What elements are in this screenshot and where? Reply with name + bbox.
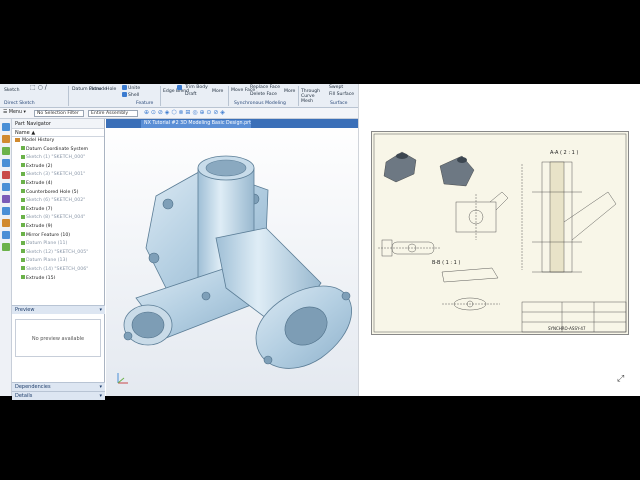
chamfer-icon xyxy=(177,85,182,90)
replace-face-button[interactable]: Replace Face xyxy=(250,85,280,90)
fill-surface-button[interactable]: Fill Surface xyxy=(329,92,354,97)
navigator-lower-panels: Preview ▾ No preview available xyxy=(12,84,105,396)
system-materials-tab-icon[interactable] xyxy=(2,207,10,215)
document-tab[interactable]: NX Tutorial #2 3D Modeling Basic Design.… xyxy=(141,120,251,128)
graphics-window[interactable]: NX Tutorial #2 3D Modeling Basic Design.… xyxy=(106,119,358,396)
reuse-library-tab-icon[interactable] xyxy=(2,159,10,167)
preview-panel-header[interactable]: Preview ▾ xyxy=(12,305,105,314)
web-browser-tab-icon[interactable] xyxy=(2,183,10,191)
front-view xyxy=(455,191,509,240)
hole-button[interactable]: Hole xyxy=(106,87,116,92)
resource-bar xyxy=(0,119,12,396)
shell-label: Shell xyxy=(128,93,140,98)
document-tab-bar: NX Tutorial #2 3D Modeling Basic Design.… xyxy=(106,119,358,128)
no-preview-text: No preview available xyxy=(31,336,85,342)
preview-box: No preview available xyxy=(15,319,101,357)
sync-modeling-caption: Synchronous Modeling xyxy=(234,101,286,106)
expand-icon[interactable]: ⤢ xyxy=(617,374,624,384)
shell-icon xyxy=(122,92,127,97)
roles-tab-icon[interactable] xyxy=(2,195,10,203)
part-navigator-tab-icon[interactable] xyxy=(2,123,10,131)
chevron-down-icon: ▾ xyxy=(99,307,102,313)
through-curve-mesh-button[interactable]: Through Curve Mesh xyxy=(301,89,325,104)
technical-drawing: A-A ( 2 : 1 ) B-B ( 1 : 1 ) SYNCHRO-ASSY… xyxy=(373,133,627,333)
part-model-3d[interactable] xyxy=(106,128,358,396)
draft-button[interactable]: Draft xyxy=(185,92,197,97)
section-b-view xyxy=(441,267,500,311)
delete-face-button[interactable]: Delete Face xyxy=(250,92,277,97)
section-a-label: A-A ( 2 : 1 ) xyxy=(550,150,578,156)
drawing-sheet[interactable]: A-A ( 2 : 1 ) B-B ( 1 : 1 ) SYNCHRO-ASSY… xyxy=(371,131,629,335)
chamfer-button[interactable] xyxy=(177,85,183,91)
drawing-viewer: A-A ( 2 : 1 ) B-B ( 1 : 1 ) SYNCHRO-ASSY… xyxy=(358,84,640,396)
surface-caption: Surface xyxy=(330,101,348,106)
trim-body-button[interactable]: Trim Body xyxy=(185,85,208,90)
iso-view-2 xyxy=(439,155,475,187)
swept-button[interactable]: Swept xyxy=(329,85,343,90)
more-button-1[interactable]: More xyxy=(212,89,223,94)
history-tab-icon[interactable] xyxy=(2,171,10,179)
unite-label: Unite xyxy=(128,86,141,91)
process-studio-tab-icon[interactable] xyxy=(2,219,10,227)
manufacturing-wizards-tab-icon[interactable] xyxy=(2,231,10,239)
snap-tools-icons[interactable]: ⊕ ⊙ ⊘ ◈ ⬡ ⊗ ⊞ ◎ ⊕ ⊙ ⊘ ◈ xyxy=(144,109,225,116)
constraint-navigator-tab-icon[interactable] xyxy=(2,147,10,155)
unite-button[interactable]: Unite xyxy=(122,85,140,91)
preview-label: Preview xyxy=(15,307,35,313)
title-block-text: SYNCHRO-ASSY-47 xyxy=(548,326,586,331)
side-view xyxy=(378,239,440,257)
iso-view-1 xyxy=(383,151,417,183)
feature-caption: Feature xyxy=(136,101,154,106)
view-triad-icon[interactable] xyxy=(117,373,128,384)
palette-tab-icon[interactable] xyxy=(2,243,10,251)
section-b-label: B-B ( 1 : 1 ) xyxy=(432,260,460,266)
section-a-view xyxy=(521,161,617,273)
shell-button[interactable]: Shell xyxy=(122,92,139,98)
more-button-2[interactable]: More xyxy=(284,89,295,94)
unite-icon xyxy=(122,85,127,90)
assembly-navigator-tab-icon[interactable] xyxy=(2,135,10,143)
